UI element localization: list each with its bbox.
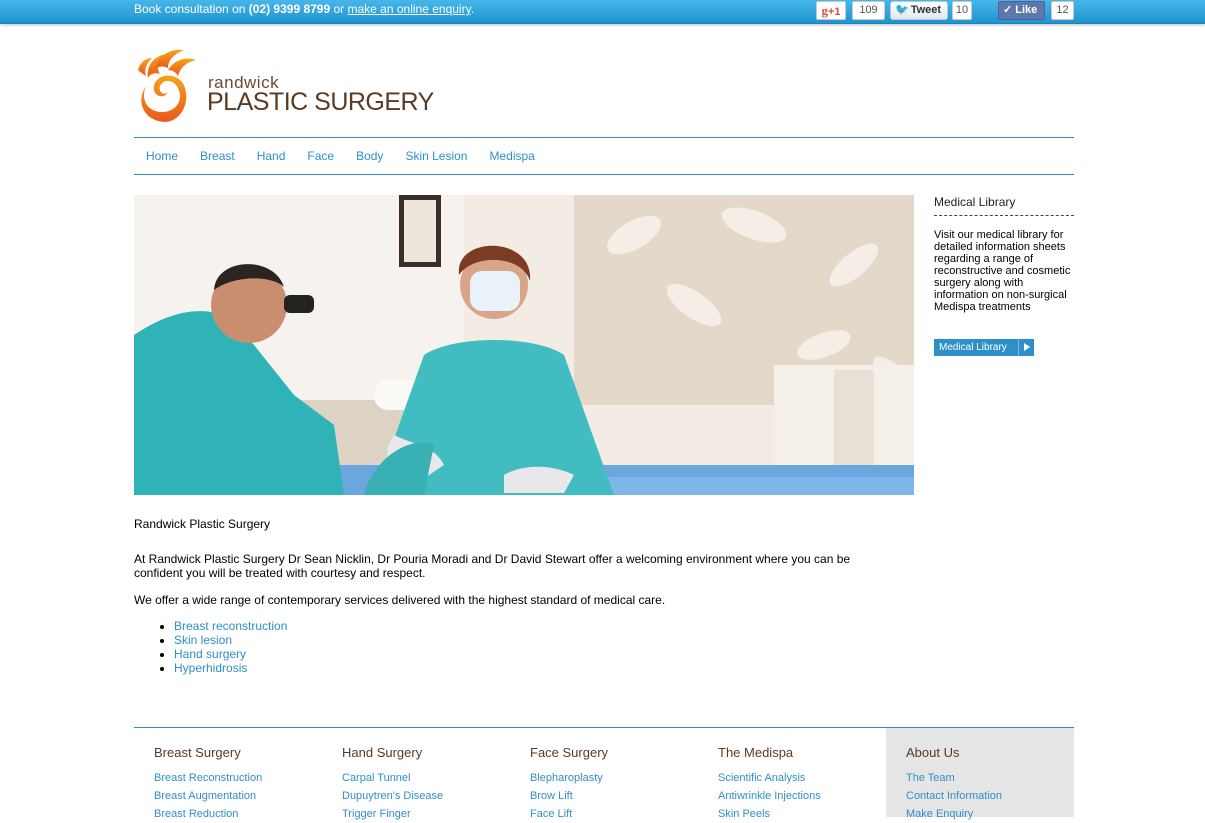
footer-link[interactable]: Face Lift — [530, 805, 698, 823]
footer-link[interactable]: Antiwrinkle Injections — [718, 787, 886, 805]
nav-hand[interactable]: Hand — [257, 138, 286, 174]
tweet-count: 10 — [952, 1, 972, 20]
enquiry-link[interactable]: make an online enquiry — [348, 2, 471, 16]
like-count: 12 — [1051, 1, 1074, 20]
intro-paragraph: At Randwick Plastic Surgery Dr Sean Nick… — [134, 552, 851, 580]
footer-column-breast: Breast Surgery Breast Reconstruction Bre… — [134, 728, 322, 820]
nav-home[interactable]: Home — [146, 138, 178, 174]
hero-image — [134, 195, 914, 495]
footer-link[interactable]: Brow Lift — [530, 787, 698, 805]
tweet-label: Tweet — [910, 4, 942, 16]
footer-link[interactable]: Breast Reduction — [154, 805, 322, 823]
services-list: Breast reconstruction Skin lesion Hand s… — [174, 619, 894, 675]
medical-library-button-label: Medical Library — [939, 342, 1007, 353]
nav-medispa[interactable]: Medispa — [489, 138, 534, 174]
booking-or: or — [330, 2, 348, 16]
footer-links: Breast Surgery Breast Reconstruction Bre… — [134, 727, 1074, 820]
booking-info: Book consultation on (02) 9399 8799 or m… — [134, 2, 474, 16]
gplus-label: +1 — [827, 6, 841, 18]
footer-link[interactable]: Scientific Analysis — [718, 769, 886, 787]
medical-library-button[interactable]: Medical Library — [934, 339, 1034, 356]
footer-link[interactable]: Make Enquiry — [906, 805, 1074, 823]
booking-suffix: . — [470, 2, 475, 16]
footer-heading: Face Surgery — [530, 745, 609, 760]
tweet-button[interactable]: 🐦 Tweet — [890, 1, 948, 20]
footer-link[interactable]: Contact Information — [906, 787, 1074, 805]
sidebar-title: Medical Library — [934, 195, 1074, 216]
main-content: Randwick Plastic Surgery At Randwick Pla… — [134, 517, 894, 675]
flame-logo-icon — [138, 49, 196, 122]
footer-link[interactable]: Trigger Finger — [342, 805, 510, 823]
arrow-right-icon — [1018, 339, 1034, 356]
service-link-skin-lesion[interactable]: Skin lesion — [174, 633, 894, 647]
footer-link[interactable]: Carpal Tunnel — [342, 769, 510, 787]
like-label: Like — [1015, 4, 1038, 16]
footer-link[interactable]: The Team — [906, 769, 1074, 787]
nav-breast[interactable]: Breast — [200, 138, 235, 174]
footer-link[interactable]: Breast Reconstruction — [154, 769, 322, 787]
facebook-like-button[interactable]: ✓ Like — [998, 1, 1045, 20]
service-link-hand-surgery[interactable]: Hand surgery — [174, 647, 894, 661]
nav-skin-lesion[interactable]: Skin Lesion — [405, 138, 467, 174]
footer-column-face: Face Surgery Blepharoplasty Brow Lift Fa… — [510, 728, 698, 820]
nav-face[interactable]: Face — [307, 138, 334, 174]
footer-heading: Hand Surgery — [342, 745, 423, 760]
twitter-bird-icon: 🐦 — [895, 4, 909, 16]
footer-column-hand: Hand Surgery Carpal Tunnel Dupuytren's D… — [322, 728, 510, 820]
service-link-hyperhidrosis[interactable]: Hyperhidrosis — [174, 661, 894, 675]
sidebar-text: Visit our medical library for detailed i… — [934, 229, 1071, 313]
logo-text-plastic-surgery: PLASTIC SURGERY — [207, 88, 434, 116]
footer-column-about: About Us The Team Contact Information Ma… — [886, 728, 1074, 820]
footer-heading: About Us — [906, 745, 960, 760]
footer-column-medispa: The Medispa Scientific Analysis Antiwrin… — [698, 728, 886, 820]
service-link-breast-reconstruction[interactable]: Breast reconstruction — [174, 619, 894, 633]
footer-heading: Breast Surgery — [154, 745, 241, 760]
phone-number[interactable]: (02) 9399 8799 — [249, 2, 330, 16]
main-nav: Home Breast Hand Face Body Skin Lesion M… — [134, 137, 1074, 175]
page-title: Randwick Plastic Surgery — [134, 517, 271, 531]
footer-link[interactable]: Skin Peels — [718, 805, 886, 823]
footer-link[interactable]: Blepharoplasty — [530, 769, 698, 787]
footer-heading: The Medispa — [718, 745, 794, 760]
footer-link[interactable]: Dupuytren's Disease — [342, 787, 510, 805]
google-plus-button[interactable]: g+1 — [816, 1, 846, 20]
medical-library-sidebar: Medical Library Visit our medical librar… — [934, 195, 1074, 356]
booking-prefix: Book consultation on — [134, 2, 249, 16]
top-bar: Book consultation on (02) 9399 8799 or m… — [0, 0, 1205, 24]
footer-link[interactable]: Breast Augmentation — [154, 787, 322, 805]
surgeons-photo — [134, 195, 914, 495]
nav-body[interactable]: Body — [356, 138, 383, 174]
site-logo[interactable]: randwick PLASTIC SURGERY — [134, 42, 434, 126]
services-paragraph: We offer a wide range of contemporary se… — [134, 593, 666, 607]
thumbs-up-icon: ✓ — [1003, 4, 1013, 16]
gplus-count: 109 — [852, 1, 885, 20]
